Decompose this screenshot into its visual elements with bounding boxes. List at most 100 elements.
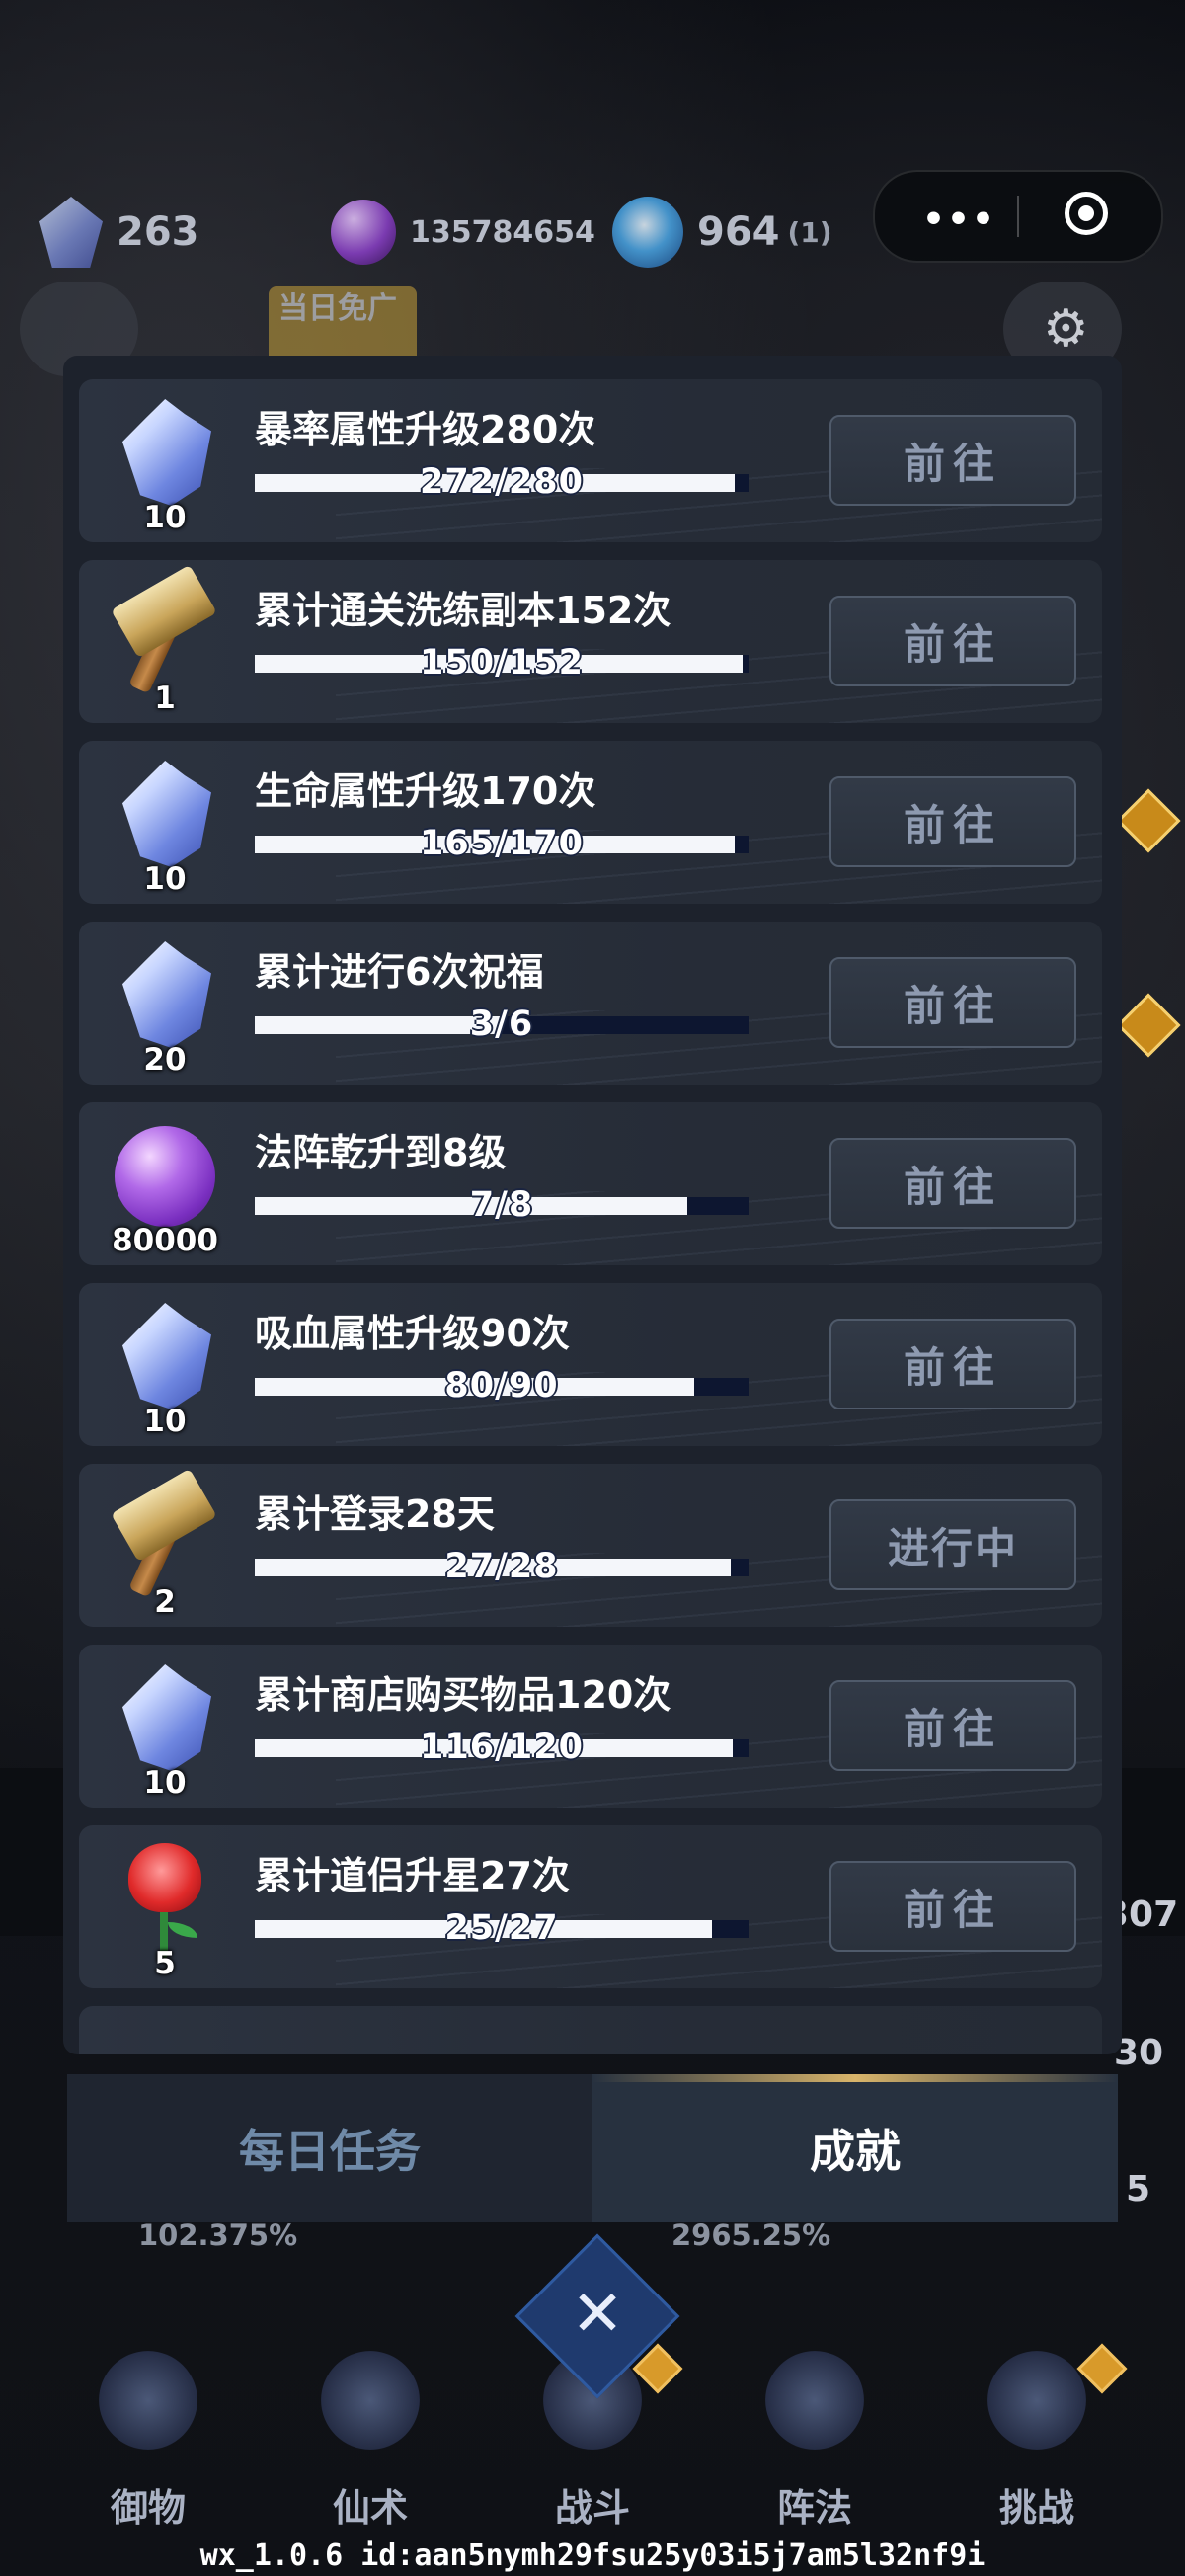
task-title: 累计通关洗练副本152次 [255, 589, 672, 632]
crystal-shape [122, 761, 211, 867]
go-button[interactable]: 前往 [830, 1680, 1076, 1771]
go-button[interactable]: 前往 [830, 957, 1076, 1048]
nav-item-zhenfa[interactable]: 阵法 [716, 2331, 913, 2538]
orb-icon [331, 200, 396, 265]
reward-item: 10 [101, 1654, 229, 1803]
go-button[interactable]: 前往 [830, 415, 1076, 506]
crystal-shape [122, 399, 211, 506]
crystal-icon [40, 197, 103, 268]
task-title: 暴率属性升级280次 [255, 408, 596, 451]
swords-icon [99, 2351, 198, 2450]
reward-item: 2 [101, 1468, 229, 1622]
orb-resource: 135784654 [331, 183, 595, 282]
close-miniprogram-icon[interactable] [1065, 192, 1108, 235]
task-row: 1 累计通关洗练副本152次 150/152 前往 [79, 560, 1102, 723]
nav-item-xianshu[interactable]: 仙术 [272, 2331, 469, 2538]
task-title: 累计进行6次祝福 [255, 950, 544, 994]
rose-leaf [168, 1922, 198, 1938]
close-icon[interactable]: ✕ [561, 2278, 634, 2351]
progress-text: 25/27 [444, 1908, 559, 1948]
progress-text: 272/280 [420, 462, 584, 502]
task-title: 累计道侣升星27次 [255, 1854, 570, 1897]
tab-achievement[interactable]: 成就 [592, 2074, 1118, 2222]
gem-icon [612, 197, 683, 268]
reward-item: 1 [101, 564, 229, 718]
task-row: 10 生命属性升级170次 165/170 前往 [79, 741, 1102, 904]
nav-label: 御物 [110, 2486, 186, 2530]
progress-text: 80/90 [444, 1366, 559, 1406]
nav-label: 仙术 [332, 2486, 408, 2530]
reward-count: 2 [154, 1584, 176, 1620]
progress-text: 7/8 [469, 1185, 534, 1225]
progress-text: 165/170 [420, 824, 584, 863]
nav-label: 挑战 [998, 2486, 1074, 2530]
go-button[interactable]: 前往 [830, 776, 1076, 867]
orb-count: 135784654 [410, 214, 595, 250]
progress-text: 150/152 [420, 643, 584, 683]
reward-count: 10 [143, 1765, 187, 1801]
crystal-shape [122, 1303, 211, 1409]
progress-text: 3/6 [469, 1005, 534, 1044]
progress-text: 27/28 [444, 1547, 559, 1586]
task-title: 累计登录28天 [255, 1492, 495, 1536]
task-title: 生命属性升级170次 [255, 769, 596, 813]
task-row: 10 吸血属性升级90次 80/90 前往 [79, 1283, 1102, 1446]
nav-label: 阵法 [776, 2486, 852, 2530]
gem-resource: 964 (1) [612, 183, 832, 282]
nav-item-yuwu[interactable]: 御物 [49, 2331, 247, 2538]
task-row: 10 累计商店购买物品120次 116/120 前往 [79, 1645, 1102, 1808]
reward-count: 20 [143, 1042, 187, 1078]
formation-icon [765, 2351, 864, 2450]
reward-count: 10 [143, 500, 187, 535]
reward-item: 10 [101, 389, 229, 537]
task-title: 法阵乾升到8级 [255, 1131, 507, 1174]
tab-daily-tasks[interactable]: 每日任务 [67, 2074, 592, 2222]
panel-tabs: 每日任务 成就 [67, 2074, 1118, 2222]
task-title: 吸血属性升级90次 [255, 1312, 570, 1355]
go-button[interactable]: 前往 [830, 1138, 1076, 1229]
reward-item: 80000 [101, 1112, 229, 1260]
rose-head [128, 1843, 201, 1912]
reward-count: 5 [154, 1946, 176, 1981]
task-row: 2 累计登录28天 27/28 进行中 [79, 1464, 1102, 1627]
free-ad-tag: 当日免广 [269, 286, 417, 365]
reward-item: 10 [101, 751, 229, 899]
more-menu-icon[interactable]: ••• [922, 200, 996, 240]
go-button[interactable]: 前往 [830, 596, 1076, 686]
go-button[interactable]: 前往 [830, 1319, 1076, 1409]
capsule-divider [1017, 196, 1019, 237]
build-id-footer: wx_1.0.6 id:aan5nymh29fsu25y03i5j7am5l32… [199, 2538, 986, 2573]
challenge-icon [988, 2351, 1086, 2450]
task-row: 20 累计进行6次祝福 3/6 前往 [79, 922, 1102, 1085]
gear-icon: ⚙ [1043, 299, 1089, 359]
gem-extra: (1) [787, 215, 832, 249]
task-row: 10 暴率属性升级280次 272/280 前往 [79, 379, 1102, 542]
reward-item: 10 [101, 1293, 229, 1441]
stat-middle: 2965.25% [672, 2218, 831, 2252]
reward-item: 20 [101, 931, 229, 1080]
progress-text: 116/120 [420, 1728, 584, 1767]
nav-label: 战斗 [554, 2486, 630, 2530]
go-button[interactable]: 前往 [830, 1861, 1076, 1952]
crystal-resource: 263 [40, 183, 199, 282]
miniprogram-capsule: ••• [873, 170, 1163, 263]
task-list[interactable]: 10 暴率属性升级280次 272/280 前往 1 累计通关洗练副本152次 … [79, 379, 1106, 2054]
crystal-count: 263 [117, 209, 199, 255]
side-number: 5 [1126, 2169, 1151, 2210]
reward-count: 1 [154, 681, 176, 716]
reward-item: 5 [101, 1835, 229, 1983]
reward-count: 10 [143, 1404, 187, 1439]
reward-count: 80000 [112, 1223, 218, 1258]
in-progress-button[interactable]: 进行中 [830, 1499, 1076, 1590]
task-row: 80000 法阵乾升到8级 7/8 前往 [79, 1102, 1102, 1265]
reward-count: 10 [143, 861, 187, 897]
task-title: 累计商店购买物品120次 [255, 1673, 672, 1717]
crystal-shape [122, 941, 211, 1048]
card-icon [321, 2351, 420, 2450]
gem-count: 964 [697, 209, 780, 255]
orb-shape [115, 1126, 215, 1227]
stat-left: 102.375% [138, 2218, 298, 2252]
task-row-partial [79, 2006, 1102, 2054]
task-row: 5 累计道侣升星27次 25/27 前往 [79, 1825, 1102, 1988]
crystal-shape [122, 1664, 211, 1771]
